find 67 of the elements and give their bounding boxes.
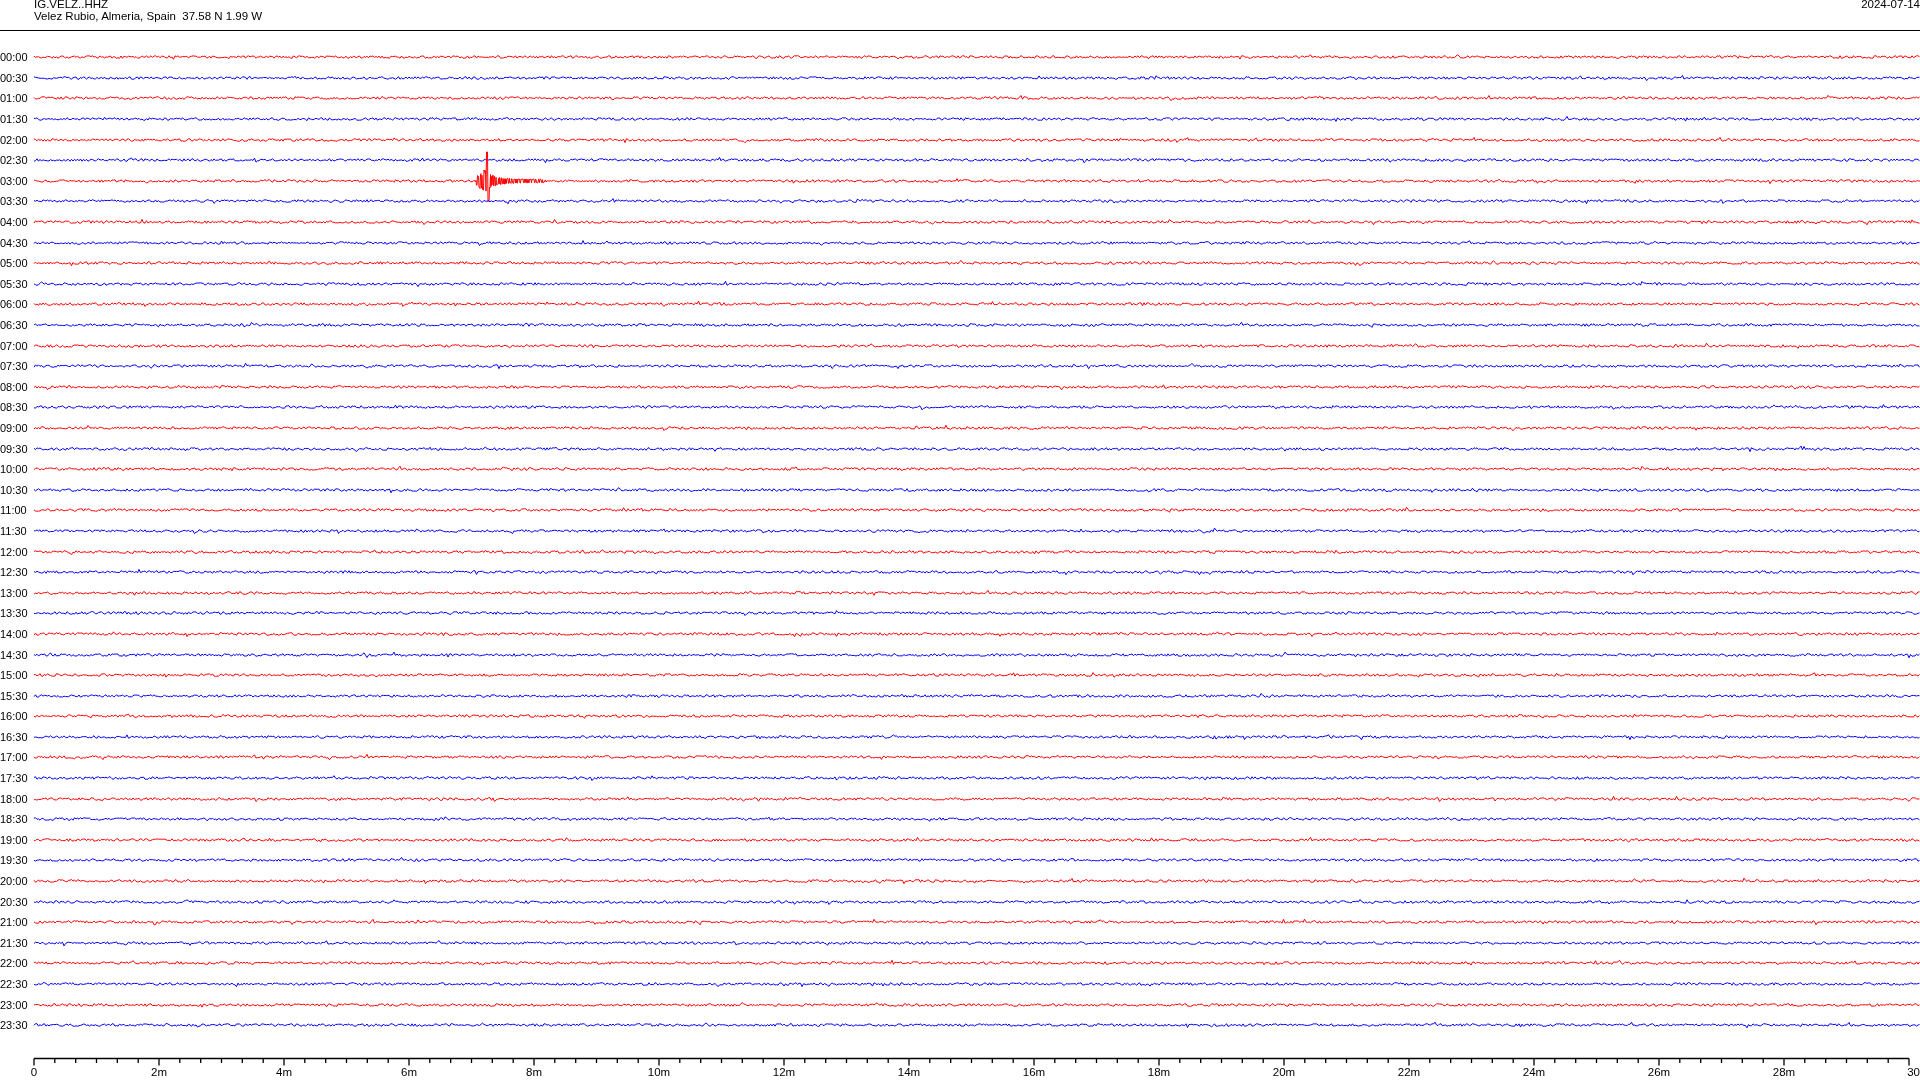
row-time-label: 05:30: [0, 277, 29, 290]
row-time-label: 20:00: [0, 875, 29, 888]
row-time-label: 13:00: [0, 586, 29, 599]
row-time-label: 11:30: [0, 524, 28, 537]
row-time-label: 17:30: [0, 772, 29, 785]
row-time-label: 06:30: [0, 319, 29, 331]
row-time-label: 14:00: [0, 627, 29, 640]
row-time-label: 09:30: [0, 442, 29, 455]
row-time-label: 23:30: [0, 1019, 29, 1032]
axis-tick-label: 4m: [276, 1065, 292, 1078]
row-time-label: 22:00: [0, 957, 29, 970]
row-time-label: 14:30: [0, 648, 29, 661]
axis-tick-label: 30: [1907, 1065, 1920, 1078]
row-time-label: 06:00: [0, 298, 29, 311]
axis-tick-label: 24m: [1522, 1065, 1546, 1078]
row-time-label: 07:00: [0, 339, 29, 352]
row-time-label: 02:30: [0, 154, 29, 167]
row-time-label: 01:00: [0, 92, 29, 105]
row-time-label: 18:30: [0, 813, 29, 826]
axis-tick-label: 12m: [772, 1065, 796, 1078]
row-time-label: 19:30: [0, 854, 29, 867]
row-time-label: 21:00: [0, 916, 29, 929]
row-time-label: 04:00: [0, 216, 29, 229]
row-time-label: 01:30: [0, 113, 29, 126]
row-time-label: 12:30: [0, 566, 29, 579]
row-time-label: 00:00: [0, 51, 29, 64]
row-time-label: 07:30: [0, 360, 29, 373]
axis-tick-label: 22m: [1397, 1065, 1421, 1078]
axis-tick-label: 8m: [526, 1065, 542, 1078]
row-time-label: 20:30: [0, 895, 29, 908]
row-time-label: 22:30: [0, 978, 29, 990]
row-time-label: 11:00: [0, 504, 28, 517]
row-time-label: 13:30: [0, 607, 29, 620]
axis-tick-label: 10m: [647, 1065, 671, 1078]
station-location: Velez Rubio, Almeria, Spain 37.58 N 1.99 W: [34, 10, 263, 22]
row-time-label: 03:30: [0, 195, 29, 208]
row-time-label: 16:00: [0, 710, 29, 723]
axis-tick-label: 20m: [1272, 1065, 1296, 1078]
station-code: IG.VELZ..HHZ: [34, 0, 109, 10]
row-time-label: 16:30: [0, 730, 29, 743]
row-time-label: 12:00: [0, 545, 29, 558]
axis-tick-label: 2m: [151, 1065, 167, 1078]
row-time-label: 00:30: [0, 71, 29, 84]
row-time-label: 05:00: [0, 257, 29, 270]
row-time-label: 03:00: [0, 174, 29, 187]
row-time-label: 18:00: [0, 792, 29, 805]
axis-tick-label: 0: [30, 1065, 38, 1078]
row-time-label: 02:00: [0, 133, 29, 146]
row-time-label: 10:30: [0, 483, 29, 496]
row-time-label: 19:00: [0, 833, 29, 846]
axis-tick-label: 14m: [897, 1065, 921, 1078]
axis-tick-label: 16m: [1022, 1065, 1046, 1078]
row-time-label: 17:00: [0, 751, 29, 764]
axis-tick-label: 28m: [1772, 1065, 1796, 1078]
row-time-label: 10:00: [0, 463, 29, 476]
row-time-label: 15:00: [0, 669, 29, 682]
row-time-label: 15:30: [0, 689, 29, 702]
row-time-label: 08:30: [0, 401, 29, 414]
plot-date: 2024-07-14: [1861, 0, 1920, 10]
row-time-label: 23:00: [0, 998, 29, 1011]
row-time-label: 04:30: [0, 236, 29, 249]
axis-tick-label: 26m: [1647, 1065, 1671, 1078]
row-time-label: 21:30: [0, 936, 29, 949]
row-time-label: 08:00: [0, 380, 29, 393]
axis-tick-label: 18m: [1147, 1065, 1171, 1078]
axis-tick-label: 6m: [401, 1065, 417, 1078]
row-time-label: 09:00: [0, 422, 29, 434]
